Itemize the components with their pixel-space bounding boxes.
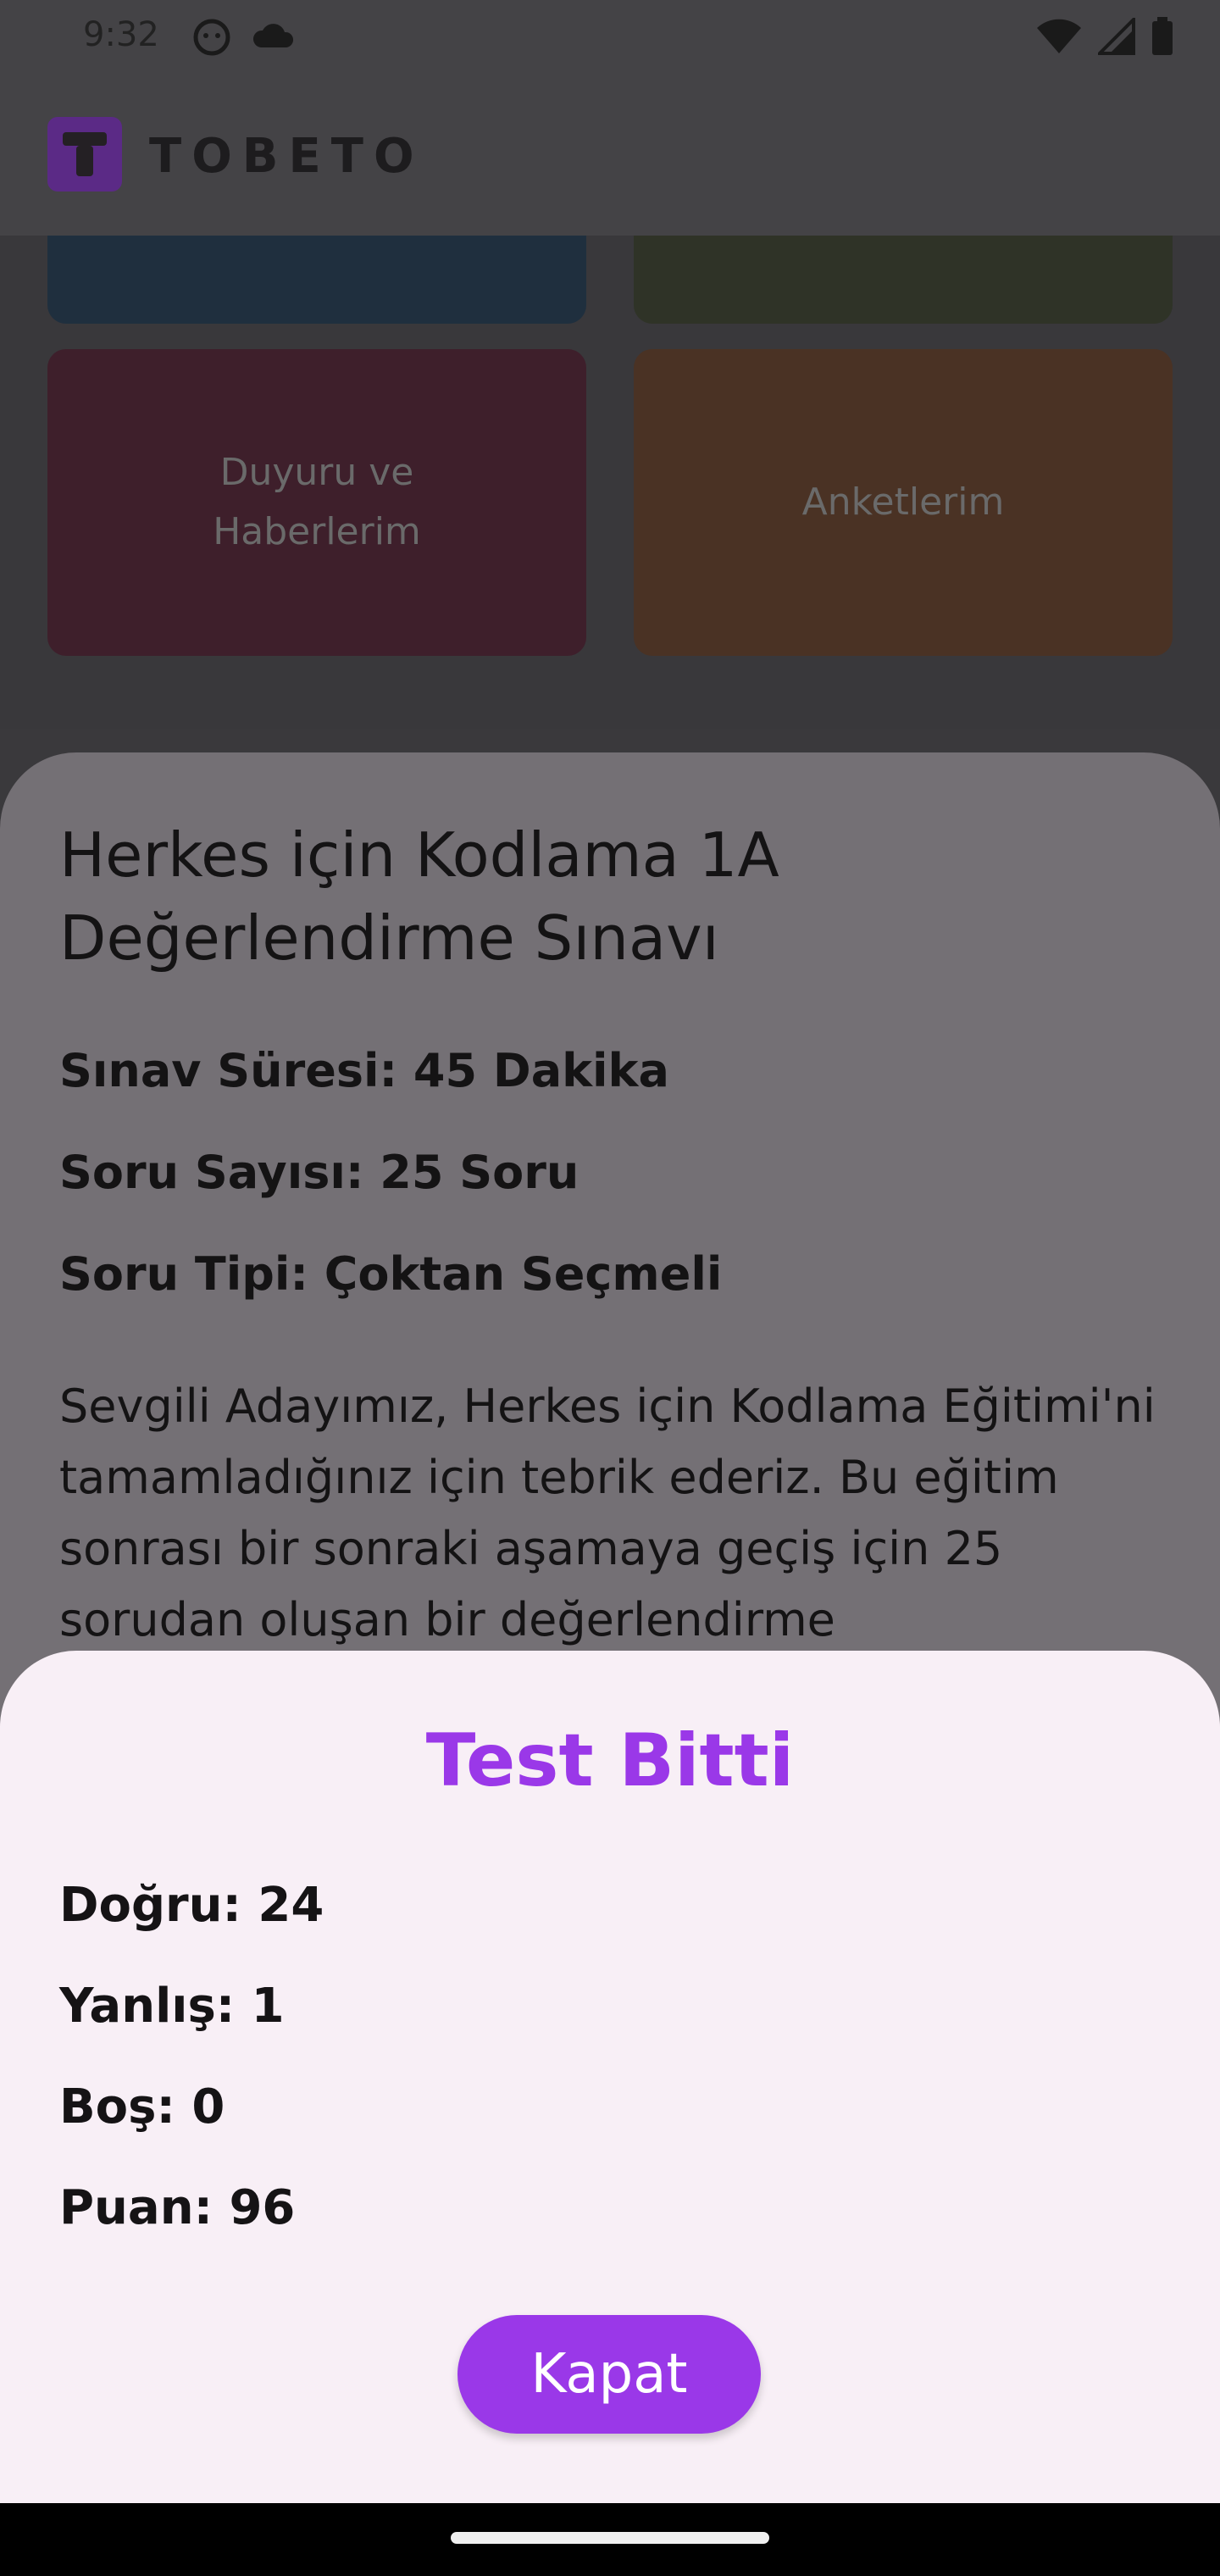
tile-announcements[interactable]: Duyuru ve Haberlerim [47, 349, 586, 656]
exam-duration: Sınav Süresi: 45 Dakika [59, 1044, 669, 1097]
cloud-icon [252, 24, 294, 47]
exam-question-type: Soru Tipi: Çoktan Seçmeli [59, 1247, 723, 1301]
exam-question-count: Soru Sayısı: 25 Soru [59, 1146, 580, 1199]
signal-icon [1098, 18, 1135, 55]
close-button[interactable]: Kapat [458, 2315, 761, 2434]
battery-icon [1152, 17, 1173, 55]
tile-green[interactable] [634, 236, 1173, 324]
stat-correct: Doğru: 24 [59, 1878, 324, 1933]
status-left-icons [193, 19, 295, 56]
wifi-icon [1037, 19, 1081, 53]
tile-surveys[interactable]: Anketlerim [634, 349, 1173, 656]
result-sheet: Test Bitti Doğru: 24 Yanlış: 1 Boş: 0 Pu… [0, 1651, 1220, 2503]
navigation-bar [0, 2503, 1220, 2576]
exam-description: Sevgili Adayımız, Herkes için Kodlama Eğ… [59, 1380, 1156, 1646]
tobeto-logo-icon [47, 117, 122, 192]
stat-wrong: Yanlış: 1 [59, 1979, 285, 2034]
status-time: 9:32 [83, 15, 159, 54]
stat-empty: Boş: 0 [59, 2079, 225, 2135]
status-right-icons [1035, 17, 1174, 56]
exam-title: Herkes için Kodlama 1A Değerlendirme Sın… [59, 819, 779, 974]
logo-text: TOBETO [149, 129, 424, 184]
tile-surveys-label: Anketlerim [801, 480, 1005, 524]
status-bar: 9:32 [0, 0, 1220, 76]
tile-announcements-label: Duyuru ve Haberlerim [213, 451, 421, 553]
stat-score: Puan: 96 [59, 2180, 296, 2235]
home-indicator[interactable] [451, 2532, 769, 2544]
result-title: Test Bitti [425, 1718, 795, 1803]
tile-blue[interactable] [47, 236, 586, 324]
menu-grid: Duyuru ve Haberlerim Anketlerim [0, 236, 1220, 729]
app-header: TOBETO [0, 76, 1220, 236]
face-icon [193, 19, 230, 56]
